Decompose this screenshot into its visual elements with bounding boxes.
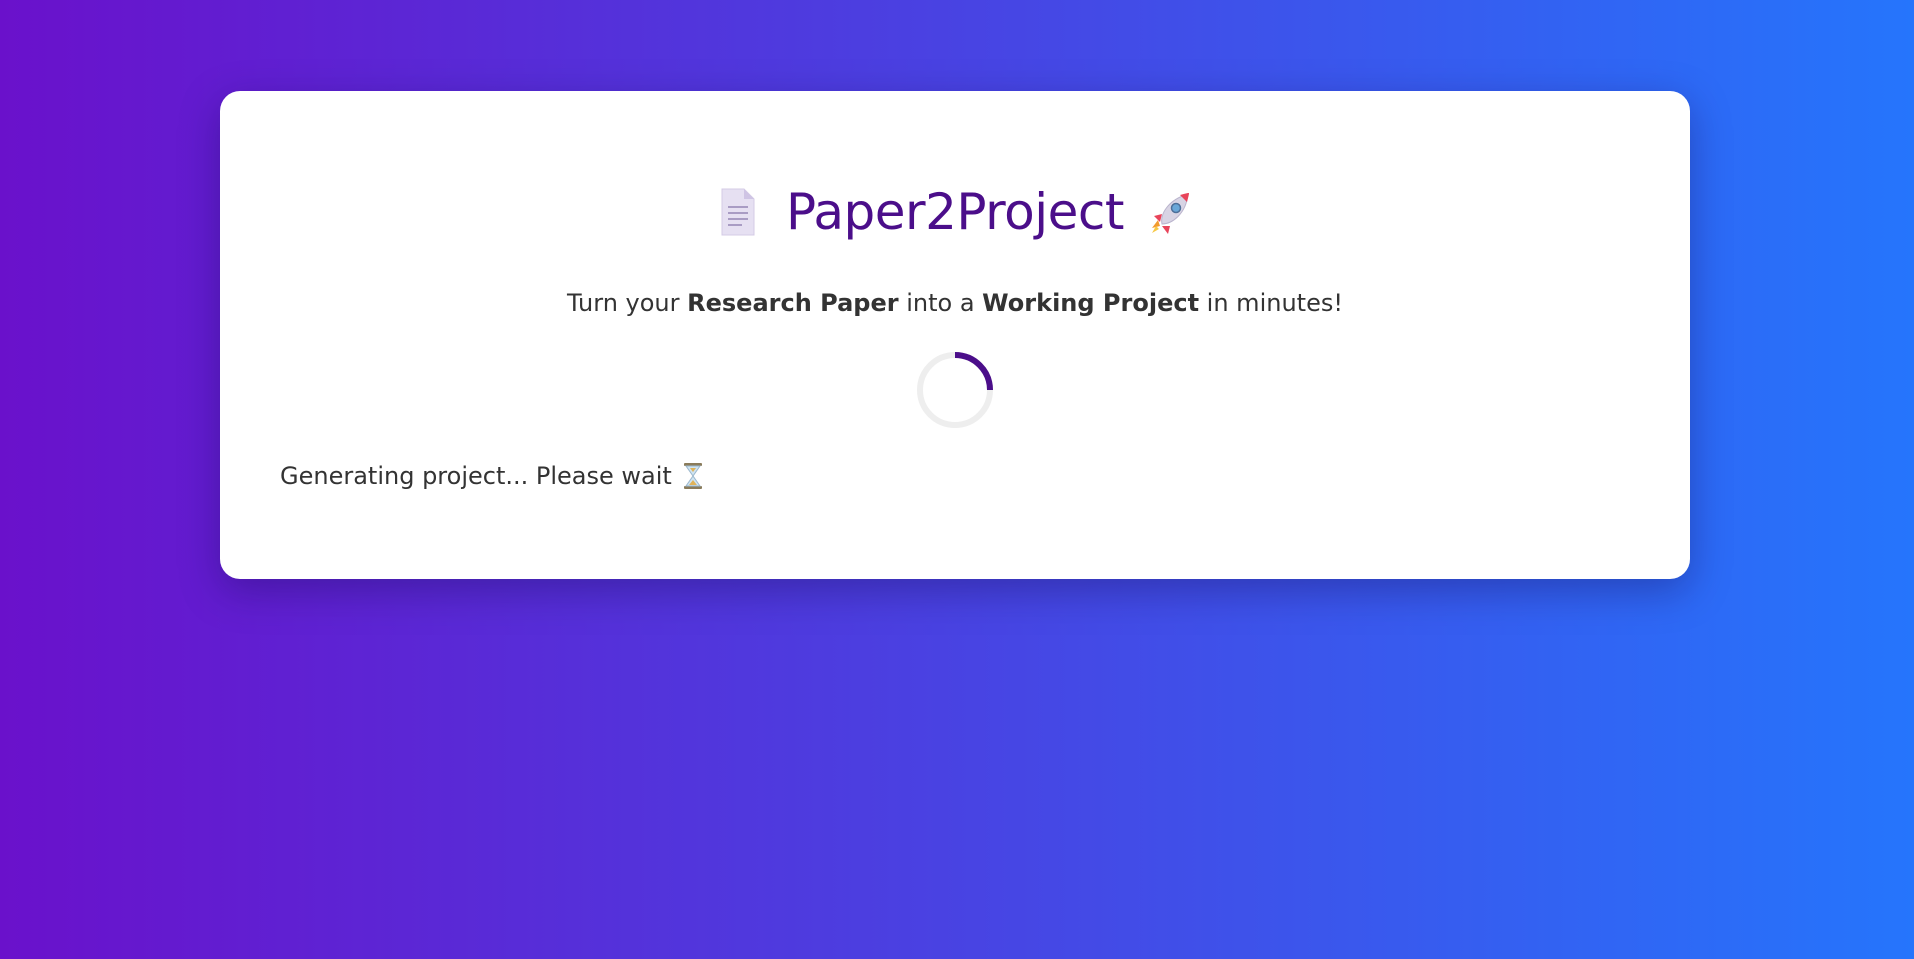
tagline-highlight-research-paper: Research Paper: [687, 289, 899, 317]
status-text: Generating project... Please wait: [280, 462, 672, 490]
tagline-text: into a: [898, 289, 983, 317]
tagline-highlight-working-project: Working Project: [982, 289, 1200, 317]
spinner-icon: [917, 352, 993, 428]
tagline-text: in minutes!: [1199, 289, 1343, 317]
title-row: Paper2Project: [220, 186, 1690, 238]
hourglass-icon: [680, 461, 706, 491]
document-icon: [712, 186, 764, 238]
rocket-icon: [1146, 186, 1198, 238]
main-card: Paper2Project Turn your Research Paper i…: [220, 91, 1690, 579]
tagline: Turn your Research Paper into a Working …: [220, 289, 1690, 318]
app-title: Paper2Project: [786, 183, 1124, 241]
loading-spinner: [915, 350, 995, 430]
tagline-text: Turn your: [567, 289, 688, 317]
status-message: Generating project... Please wait: [280, 461, 706, 491]
